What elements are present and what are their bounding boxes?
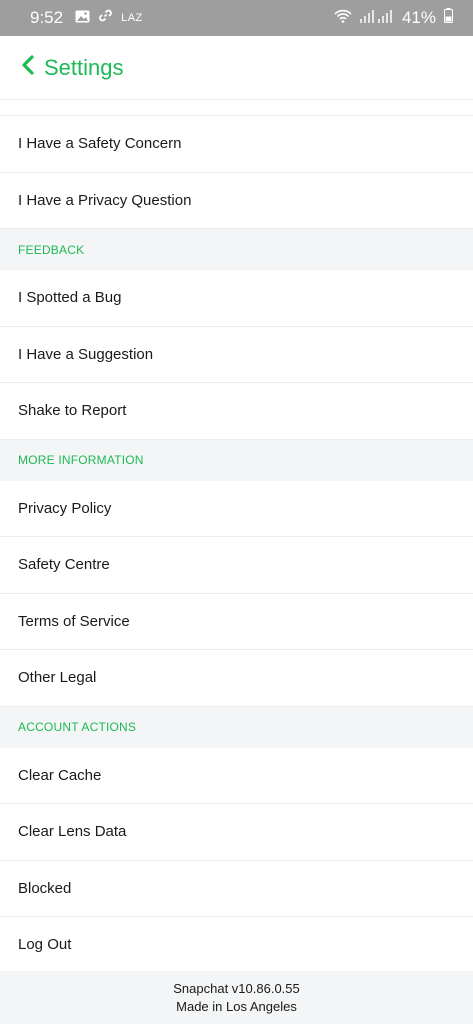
carrier-text: LAZ: [121, 12, 143, 24]
status-bar: 9:52 LAZ 41%: [0, 0, 473, 36]
list-item-privacy-question[interactable]: I Have a Privacy Question: [0, 172, 473, 229]
list-item-clear-cache[interactable]: Clear Cache: [0, 747, 473, 804]
list-item-suggestion[interactable]: I Have a Suggestion: [0, 326, 473, 383]
list-item-safety-concern[interactable]: I Have a Safety Concern: [0, 116, 473, 173]
list-item-log-out[interactable]: Log Out: [0, 917, 473, 974]
list-item-safety-centre[interactable]: Safety Centre: [0, 537, 473, 594]
version-text: Snapchat v10.86.0.55: [173, 980, 300, 996]
settings-list: I Have a Safety Concern I Have a Privacy…: [0, 100, 473, 974]
link-icon: [98, 8, 113, 28]
image-icon: [75, 8, 90, 28]
made-in-text: Made in Los Angeles: [176, 998, 297, 1014]
status-bar-right: 41%: [334, 8, 453, 28]
list-item-clear-lens-data[interactable]: Clear Lens Data: [0, 804, 473, 861]
list-item-blocked[interactable]: Blocked: [0, 860, 473, 917]
section-header-more-information: MORE INFORMATION: [0, 439, 473, 481]
settings-header: Settings: [0, 36, 473, 100]
wifi-icon: [334, 8, 352, 28]
app-footer: Snapchat v10.86.0.55 Made in Los Angeles: [0, 971, 473, 1024]
status-time: 9:52: [30, 8, 64, 27]
signal-icon: [359, 8, 394, 28]
list-item-terms-of-service[interactable]: Terms of Service: [0, 593, 473, 650]
list-item-other-legal[interactable]: Other Legal: [0, 650, 473, 707]
section-header-account-actions: ACCOUNT ACTIONS: [0, 706, 473, 748]
list-top-spacer: [0, 100, 473, 116]
back-button[interactable]: [13, 53, 43, 83]
section-header-feedback: FEEDBACK: [0, 229, 473, 270]
page-title: Settings: [44, 54, 124, 80]
battery-icon: [444, 8, 453, 28]
list-item-privacy-policy[interactable]: Privacy Policy: [0, 480, 473, 537]
list-item-spotted-bug[interactable]: I Spotted a Bug: [0, 270, 473, 327]
chevron-left-icon: [20, 54, 36, 81]
list-item-shake-to-report[interactable]: Shake to Report: [0, 383, 473, 440]
battery-percent: 41%: [401, 8, 436, 27]
status-bar-left: 9:52 LAZ: [30, 8, 143, 28]
